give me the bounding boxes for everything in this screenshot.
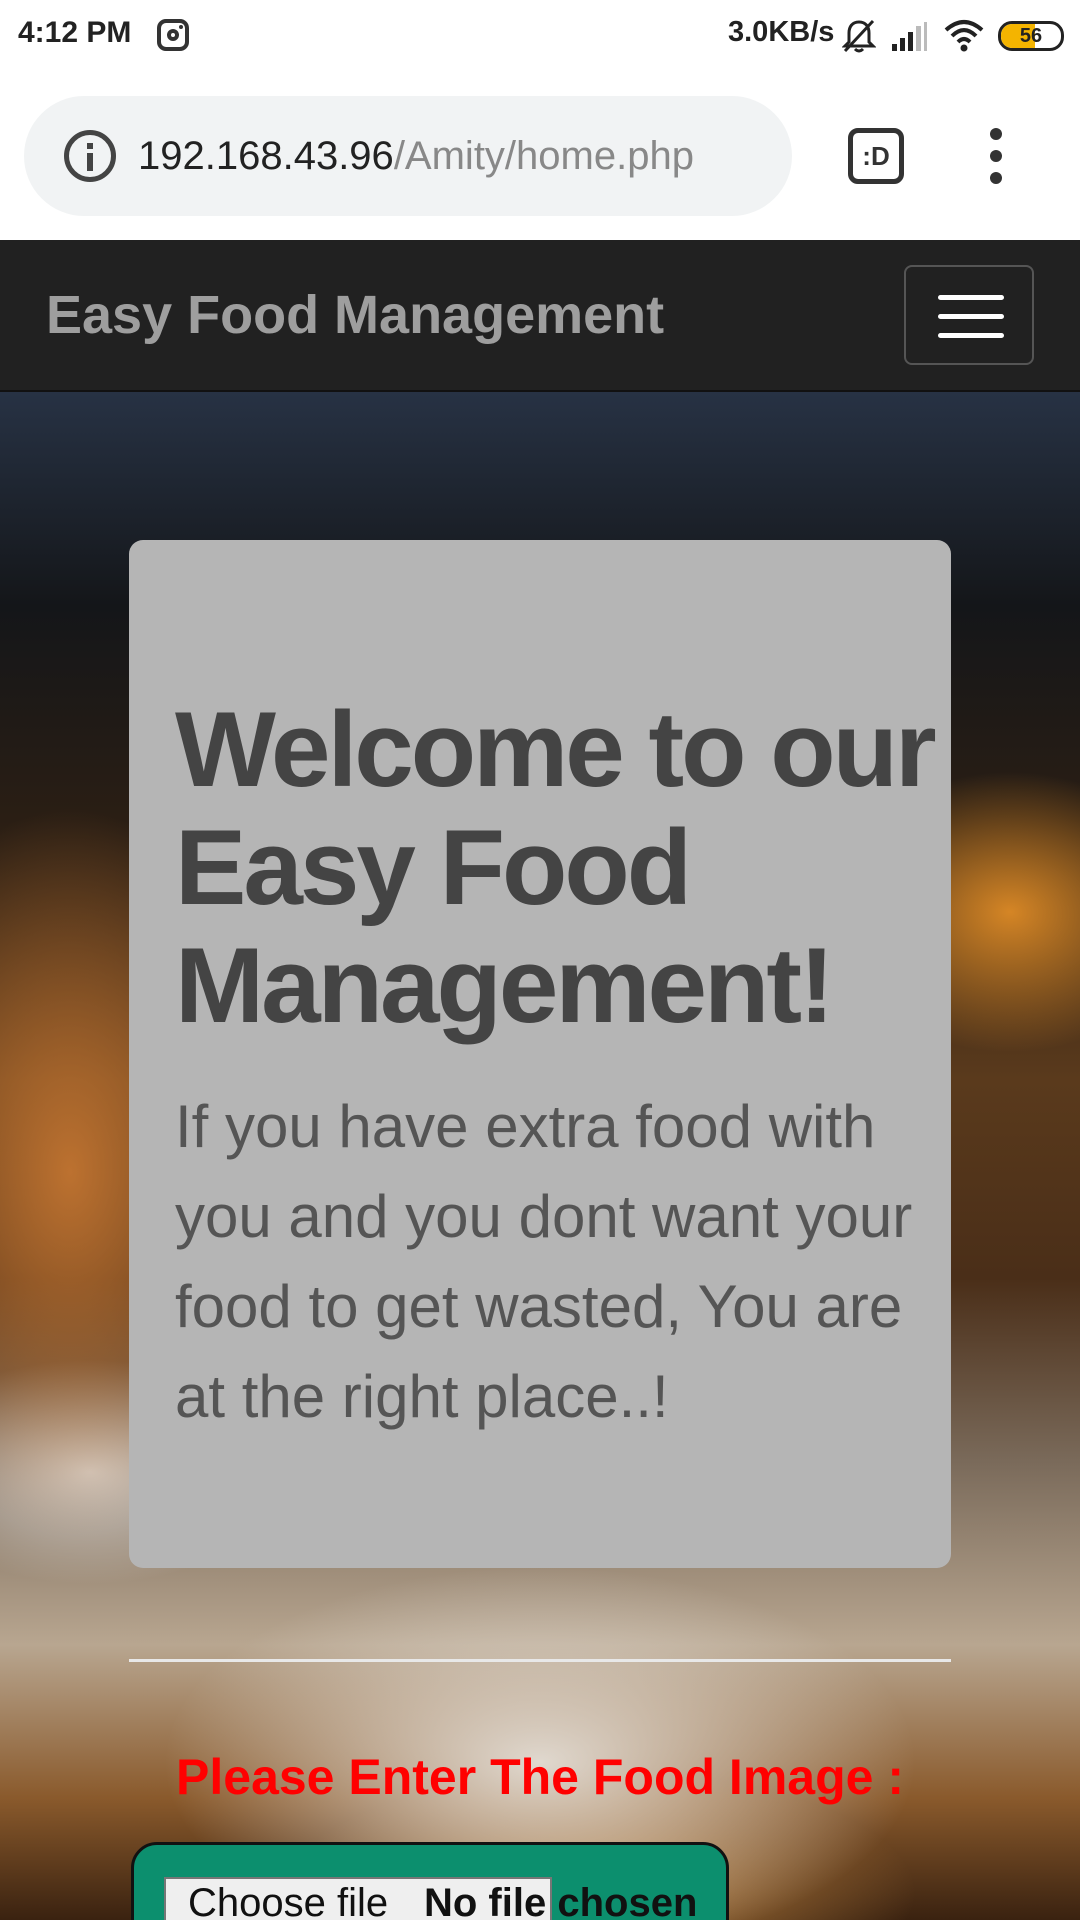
welcome-title: Welcome to our Easy Food Management! [175, 689, 937, 1045]
navbar-brand[interactable]: Easy Food Management [46, 284, 664, 346]
mute-icon [842, 19, 876, 53]
address-bar[interactable]: 192.168.43.96/Amity/home.php [24, 96, 792, 216]
battery-level: 56 [1019, 25, 1043, 47]
url-path: /Amity/home.php [393, 134, 694, 178]
battery-icon: 56 [998, 21, 1064, 51]
welcome-card: Welcome to our Easy Food Management! If … [129, 540, 951, 1568]
status-time: 4:12 PM [18, 16, 132, 49]
signal-icon [892, 22, 927, 51]
network-speed: 3.0KB/s [728, 16, 835, 48]
info-icon[interactable] [64, 130, 116, 182]
divider [129, 1659, 951, 1662]
hamburger-menu-icon [938, 295, 1004, 300]
extension-icon[interactable]: :D [848, 128, 904, 184]
url-text[interactable]: 192.168.43.96/Amity/home.php [138, 130, 694, 182]
food-image-label: Please Enter The Food Image : [176, 1749, 904, 1805]
file-input-container[interactable]: Choose file No file chosen [131, 1842, 729, 1920]
browser-toolbar: 192.168.43.96/Amity/home.php :D [0, 72, 1080, 240]
wifi-icon [944, 20, 984, 52]
url-host: 192.168.43.96 [138, 134, 394, 178]
status-bar: 4:12 PM 3.0KB/s 56 [0, 0, 1080, 72]
site-navbar: Easy Food Management [0, 240, 1080, 392]
navbar-toggler-button[interactable] [904, 265, 1034, 365]
more-vert-icon[interactable] [984, 128, 1008, 184]
welcome-lead: If you have extra food with you and you … [175, 1093, 913, 1430]
instagram-icon [157, 19, 189, 51]
file-status: No file chosen [424, 1881, 698, 1920]
